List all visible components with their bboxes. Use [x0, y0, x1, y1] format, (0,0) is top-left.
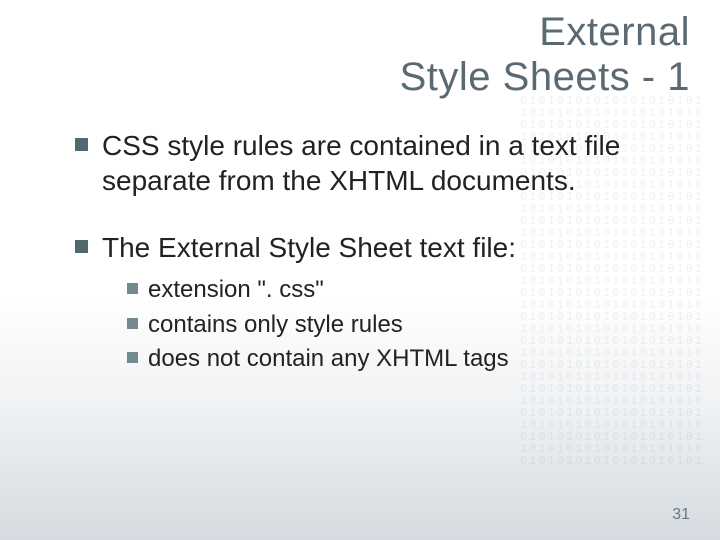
- square-bullet-icon: [127, 352, 138, 363]
- sub-bullet-item: does not contain any XHTML tags: [127, 344, 665, 375]
- square-bullet-icon: [75, 240, 88, 253]
- sub-bullet-group: extension ". css" contains only style ru…: [127, 275, 665, 375]
- sub-bullet-text: contains only style rules: [148, 310, 403, 341]
- sub-bullet-text: does not contain any XHTML tags: [148, 344, 509, 375]
- square-bullet-icon: [127, 318, 138, 329]
- slide: 01010101010101010101 1010101010101010101…: [0, 0, 720, 540]
- slide-title: External Style Sheets - 1: [400, 10, 690, 100]
- sub-bullet-item: extension ". css": [127, 275, 665, 306]
- sub-bullet-item: contains only style rules: [127, 310, 665, 341]
- square-bullet-icon: [127, 283, 138, 294]
- page-number: 31: [672, 506, 690, 524]
- title-line-2: Style Sheets - 1: [400, 55, 690, 100]
- sub-bullet-text: extension ". css": [148, 275, 324, 306]
- bullet-text: The External Style Sheet text file:: [102, 230, 516, 265]
- bullet-text: CSS style rules are contained in a text …: [102, 128, 665, 198]
- square-bullet-icon: [75, 138, 88, 151]
- content-area: CSS style rules are contained in a text …: [75, 128, 665, 379]
- bullet-item: The External Style Sheet text file:: [75, 230, 665, 265]
- title-line-1: External: [400, 10, 690, 55]
- bullet-item: CSS style rules are contained in a text …: [75, 128, 665, 198]
